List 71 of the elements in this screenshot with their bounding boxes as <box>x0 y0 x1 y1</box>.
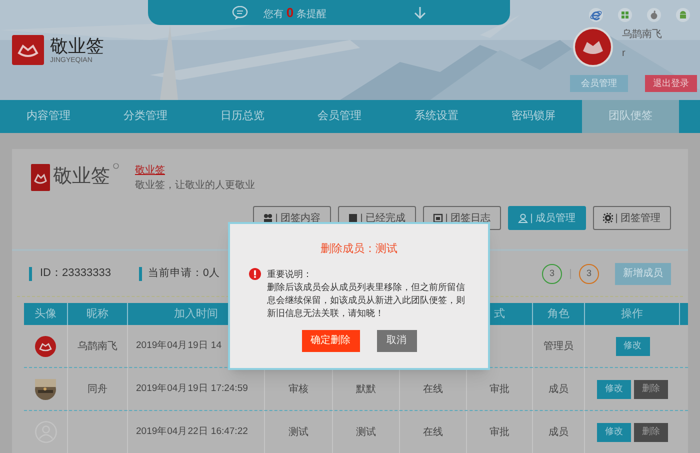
edit-button[interactable]: 修改 <box>616 336 650 356</box>
table-cell-text: 2019年04月19日 14 <box>136 338 222 353</box>
team-tagline: 敬业签，让敬业的人更敬业 <box>135 178 255 193</box>
dialog-message: 删除后该成员会从成员列表里移除，但之前所留信息会继续保留，如该成员从新进入此团队便签，则新旧信息无法关联，请知晓！ <box>267 280 465 320</box>
column-header: 加入时间 <box>174 306 218 322</box>
nav-tab[interactable]: 内容管理 <box>0 100 97 133</box>
nav-tab[interactable]: 密码锁屏 <box>485 100 582 133</box>
book-icon <box>348 213 358 223</box>
add-member-button[interactable]: 新增成员 <box>615 262 671 284</box>
column-header: 角色 <box>548 306 570 322</box>
team-logo-text: 敬业签 <box>53 165 110 189</box>
table-cell-text: 审批 <box>490 426 510 440</box>
avatar-icon <box>573 27 613 67</box>
column-header: 头像 <box>34 306 56 322</box>
logout-button[interactable]: 退出登录 <box>645 75 697 92</box>
table-cell-text: 管理员 <box>544 340 574 354</box>
table-cell-text: 成员 <box>548 426 568 440</box>
table-cell-text: 乌鹊南飞 <box>78 340 118 354</box>
registered-icon <box>113 163 119 169</box>
edit-button[interactable]: 修改 <box>597 422 631 442</box>
delete-button[interactable]: 删除 <box>634 380 668 398</box>
nav-tab[interactable]: 系统设置 <box>388 100 485 133</box>
gear-icon <box>603 213 614 223</box>
table-cell-text: 2019年04月22日 16:47:22 <box>136 424 248 439</box>
notification-text: 您有 0 条提醒 <box>264 4 326 22</box>
table-cell-text: 成员 <box>548 382 568 396</box>
user-account: r <box>622 47 626 61</box>
browser-e-icon[interactable] <box>589 8 603 22</box>
down-arrow-icon[interactable] <box>414 6 426 20</box>
cancel-button[interactable]: 取消 <box>376 330 416 352</box>
team-id: ID：23333333 <box>40 266 111 282</box>
count-badge: 3 <box>579 264 599 284</box>
application-count: 当前申请：0人 <box>148 266 220 281</box>
table-cell-text: 2019年04月19日 17:24:59 <box>136 382 248 396</box>
member-button[interactable]: 会员管理 <box>570 75 628 92</box>
nav-tab[interactable]: 会员管理 <box>291 100 388 133</box>
confirm-delete-button[interactable]: 确定删除 <box>302 330 360 352</box>
brand-name: 敬业签 <box>50 36 104 54</box>
edit-button[interactable]: 修改 <box>597 380 631 398</box>
table-cell-text: 审核 <box>288 382 308 396</box>
column-header: 操作 <box>621 306 643 322</box>
chat-bubble-icon <box>232 6 248 20</box>
calendar-icon <box>433 213 444 223</box>
column-header: 昵称 <box>86 306 108 322</box>
table-cell-text: 在线 <box>423 426 443 440</box>
table-cell-text: 审批 <box>490 382 510 396</box>
person-icon <box>518 213 528 223</box>
nav-tab[interactable]: 日历总览 <box>194 100 291 133</box>
windows-icon[interactable] <box>618 8 632 22</box>
nav-tab[interactable]: 团队便签 <box>582 100 679 133</box>
warning-icon <box>249 268 261 280</box>
avatar-icon <box>35 336 56 356</box>
tab[interactable]: | 团签管理 <box>593 206 671 230</box>
android-icon[interactable] <box>676 8 690 22</box>
tab[interactable]: | 成员管理 <box>508 206 586 230</box>
user-name: 乌鹊南飞 <box>622 28 662 42</box>
nav-tab[interactable]: 分类管理 <box>97 100 194 133</box>
table-cell-text: 同舟 <box>88 382 108 396</box>
table-cell-text: 测试 <box>288 426 308 440</box>
logo-icon <box>31 164 50 191</box>
logo-icon <box>12 35 44 65</box>
apple-icon[interactable] <box>647 8 661 22</box>
delete-button[interactable]: 删除 <box>634 422 668 442</box>
table-cell-text: 测试 <box>356 426 376 440</box>
count-badge: 3 <box>542 264 562 284</box>
table-cell-text: 默默 <box>356 382 376 396</box>
table-cell-text: 在线 <box>423 382 443 396</box>
dialog-title: 删除成员：测试 <box>320 242 398 257</box>
column-header: 式 <box>494 306 505 322</box>
team-name-link[interactable]: 敬业签 <box>135 163 255 178</box>
dialog-heading: 重要说明： <box>267 268 313 280</box>
